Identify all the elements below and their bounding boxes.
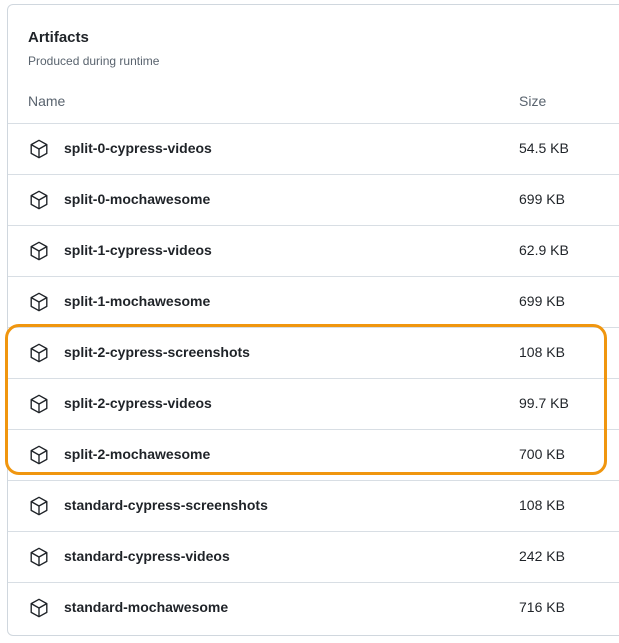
- package-icon: [28, 240, 50, 262]
- artifact-size: 108 KB: [519, 344, 565, 360]
- artifact-size: 716 KB: [519, 599, 565, 615]
- column-header-size: Size: [519, 93, 547, 109]
- package-icon: [28, 291, 50, 313]
- artifacts-subtitle: Produced during runtime: [28, 54, 160, 68]
- package-icon: [28, 393, 50, 415]
- artifact-name-link[interactable]: split-2-mochawesome: [64, 446, 210, 463]
- package-icon: [28, 189, 50, 211]
- package-icon: [28, 444, 50, 466]
- artifacts-list: split-0-cypress-videos 54.5 KB split-0-m…: [8, 123, 619, 633]
- package-icon: [28, 138, 50, 160]
- artifact-row: split-1-mochawesome 699 KB: [8, 276, 619, 327]
- artifact-name-link[interactable]: standard-cypress-screenshots: [64, 497, 268, 514]
- artifact-name-link[interactable]: standard-mochawesome: [64, 599, 228, 616]
- artifact-row: standard-cypress-screenshots 108 KB: [8, 480, 619, 531]
- artifact-size: 700 KB: [519, 446, 565, 462]
- artifact-row: split-2-cypress-screenshots 108 KB: [8, 327, 619, 378]
- package-icon: [28, 342, 50, 364]
- artifacts-header: Artifacts Produced during runtime: [28, 29, 159, 68]
- artifact-name-link[interactable]: split-0-mochawesome: [64, 191, 210, 208]
- artifact-size: 699 KB: [519, 293, 565, 309]
- artifact-row: split-0-mochawesome 699 KB: [8, 174, 619, 225]
- artifact-name-link[interactable]: split-1-cypress-videos: [64, 242, 212, 259]
- artifact-row: standard-mochawesome 716 KB: [8, 582, 619, 633]
- column-header-name: Name: [28, 93, 66, 109]
- artifact-row: standard-cypress-videos 242 KB: [8, 531, 619, 582]
- artifact-row: split-0-cypress-videos 54.5 KB: [8, 123, 619, 174]
- artifact-size: 108 KB: [519, 497, 565, 513]
- artifact-name-link[interactable]: split-1-mochawesome: [64, 293, 210, 310]
- artifact-row: split-2-mochawesome 700 KB: [8, 429, 619, 480]
- artifact-size: 242 KB: [519, 548, 565, 564]
- package-icon: [28, 546, 50, 568]
- artifact-size: 699 KB: [519, 191, 565, 207]
- artifacts-title: Artifacts: [28, 29, 89, 46]
- artifact-name-link[interactable]: split-0-cypress-videos: [64, 140, 212, 157]
- artifact-name-link[interactable]: split-2-cypress-screenshots: [64, 344, 250, 361]
- artifact-row: split-1-cypress-videos 62.9 KB: [8, 225, 619, 276]
- artifacts-panel: Artifacts Produced during runtime Name S…: [7, 4, 619, 636]
- artifact-name-link[interactable]: split-2-cypress-videos: [64, 395, 212, 412]
- artifact-row: split-2-cypress-videos 99.7 KB: [8, 378, 619, 429]
- artifact-size: 62.9 KB: [519, 242, 569, 258]
- artifact-name-link[interactable]: standard-cypress-videos: [64, 548, 230, 565]
- package-icon: [28, 597, 50, 619]
- package-icon: [28, 495, 50, 517]
- artifact-size: 99.7 KB: [519, 395, 569, 411]
- artifact-size: 54.5 KB: [519, 140, 569, 156]
